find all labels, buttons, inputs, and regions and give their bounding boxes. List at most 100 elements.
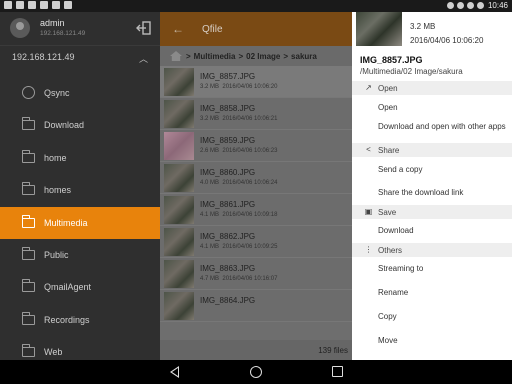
drawer-item-qmailagent[interactable]: QmailAgent <box>0 271 160 303</box>
file-row[interactable]: IMG_8864.JPG <box>160 290 352 322</box>
drawer-item-label: home <box>44 152 67 163</box>
notification-icon <box>16 1 24 9</box>
section-title: Others <box>378 246 403 255</box>
server-address: 192.168.121.49 <box>12 52 75 62</box>
folder-icon <box>21 117 35 131</box>
drawer-item-home[interactable]: home <box>0 142 160 174</box>
notification-icon <box>4 1 12 9</box>
drawer-item-qsync[interactable]: Qsync <box>0 77 160 109</box>
notification-icon <box>28 1 36 9</box>
file-name: IMG_8859.JPG <box>200 136 256 145</box>
section-open: ↗ Open <box>352 81 512 95</box>
file-thumbnail <box>164 100 194 128</box>
drawer-item-label: Web <box>44 347 63 358</box>
folder-icon <box>21 311 35 325</box>
sheet-file-path: /Multimedia/02 Image/sakura <box>360 67 463 76</box>
breadcrumb-item[interactable]: sakura <box>291 52 317 61</box>
system-icons <box>447 2 484 9</box>
file-date: 2016/04/06 10:06:20 <box>410 36 484 45</box>
chevron-right-icon: > <box>283 52 289 61</box>
breadcrumb: > Multimedia > 02 Image > sakura <box>160 46 352 66</box>
file-name: IMG_8857.JPG <box>200 72 256 81</box>
section-others: ⋮ Others <box>352 243 512 257</box>
file-meta: 2.6 MB 2016/04/06 10:06:23 <box>200 148 278 154</box>
no-sim-icon <box>457 2 464 9</box>
folder-icon <box>21 182 35 196</box>
save-icon: ▣ <box>364 207 373 216</box>
avatar[interactable] <box>10 18 30 38</box>
battery-icon <box>477 2 484 9</box>
folder-icon <box>21 214 35 228</box>
navigation-drawer: admin 192.168.121.49 192.168.121.49 ︿ Qs… <box>0 12 160 360</box>
drawer-item-recordings[interactable]: Recordings <box>0 304 160 336</box>
file-row[interactable]: IMG_8858.JPG 3.2 MB 2016/04/06 10:06:21 <box>160 98 352 130</box>
drawer-item-label: Recordings <box>44 314 90 325</box>
file-name: IMG_8860.JPG <box>200 168 256 177</box>
server-row[interactable]: 192.168.121.49 ︿ <box>12 52 152 68</box>
drawer-item-public[interactable]: Public <box>0 239 160 271</box>
file-name: IMG_8861.JPG <box>200 200 256 209</box>
file-meta: 4.0 MB 2016/04/06 10:06:24 <box>200 180 278 186</box>
file-row[interactable]: IMG_8860.JPG 4.0 MB 2016/04/06 10:06:24 <box>160 162 352 194</box>
action-open[interactable]: Open <box>352 95 512 119</box>
notification-icon <box>52 1 60 9</box>
file-row[interactable]: IMG_8861.JPG 4.1 MB 2016/04/06 10:09:18 <box>160 194 352 226</box>
drawer-item-homes[interactable]: homes <box>0 174 160 206</box>
chevron-right-icon: > <box>186 52 191 61</box>
file-thumbnail <box>164 68 194 96</box>
file-meta: 4.1 MB 2016/04/06 10:09:25 <box>200 244 278 250</box>
drawer-item-multimedia[interactable]: Multimedia <box>0 206 160 239</box>
breadcrumb-item[interactable]: Multimedia <box>194 52 236 61</box>
action-download-and-open[interactable]: Download and open with other apps <box>352 119 512 143</box>
action-send-copy[interactable]: Send a copy <box>352 157 512 181</box>
action-copy[interactable]: Copy <box>352 305 512 329</box>
file-row[interactable]: IMG_8857.JPG 3.2 MB 2016/04/06 10:06:20 <box>160 66 352 98</box>
file-thumbnail <box>164 260 194 288</box>
file-name: IMG_8864.JPG <box>200 296 256 305</box>
file-meta: 3.2 MB 2016/04/06 10:06:21 <box>200 116 278 122</box>
folder-icon <box>21 279 35 293</box>
drawer-item-label: Download <box>44 120 85 131</box>
user-ip: 192.168.121.49 <box>40 30 86 37</box>
file-meta: 4.7 MB 2016/04/06 10:16:07 <box>200 276 278 282</box>
folder-icon <box>21 246 35 260</box>
notification-icons <box>4 1 72 9</box>
system-navigation-bar <box>0 360 512 384</box>
action-share-link[interactable]: Share the download link <box>352 181 512 205</box>
action-rename[interactable]: Rename <box>352 281 512 305</box>
file-size: 3.2 MB <box>410 22 436 31</box>
file-row[interactable]: IMG_8862.JPG 4.1 MB 2016/04/06 10:09:25 <box>160 226 352 258</box>
file-thumbnail <box>356 12 402 46</box>
drawer-item-label: Qsync <box>44 88 70 98</box>
chevron-right-icon: > <box>238 52 244 61</box>
back-arrow-icon[interactable]: ← <box>172 22 184 36</box>
breadcrumb-item[interactable]: 02 Image <box>246 52 280 61</box>
action-download[interactable]: Download <box>352 219 512 243</box>
file-thumbnail <box>164 164 194 192</box>
nav-back-icon[interactable] <box>170 366 179 378</box>
action-streaming-to[interactable]: Streaming to <box>352 257 512 281</box>
file-list-pane: ← Qfile > Multimedia > 02 Image > sakura… <box>160 12 352 360</box>
file-thumbnail <box>164 292 194 320</box>
file-row[interactable]: IMG_8863.JPG 4.7 MB 2016/04/06 10:16:07 <box>160 258 352 290</box>
drawer-item-label: Public <box>44 249 69 260</box>
app-title: Qfile <box>202 24 223 35</box>
file-row[interactable]: IMG_8859.JPG 2.6 MB 2016/04/06 10:06:23 <box>160 130 352 162</box>
user-name: admin <box>40 18 65 28</box>
section-title: Open <box>378 84 398 93</box>
chevron-up-icon[interactable]: ︿ <box>139 52 148 65</box>
section-share: < Share <box>352 143 512 157</box>
app-toolbar: ← Qfile <box>160 12 352 46</box>
action-move[interactable]: Move <box>352 329 512 353</box>
home-icon[interactable] <box>170 51 182 61</box>
drawer-item-download[interactable]: Download <box>0 109 160 141</box>
bluetooth-icon <box>447 2 454 9</box>
nav-recents-icon[interactable] <box>332 366 343 377</box>
nav-home-icon[interactable] <box>250 366 262 378</box>
folder-icon <box>21 344 35 358</box>
section-title: Share <box>378 146 400 155</box>
status-time: 10:46 <box>487 1 508 10</box>
action-list: ↗ Open Open Download and open with other… <box>352 81 512 353</box>
logout-icon[interactable] <box>136 20 152 36</box>
folder-icon <box>21 149 35 163</box>
